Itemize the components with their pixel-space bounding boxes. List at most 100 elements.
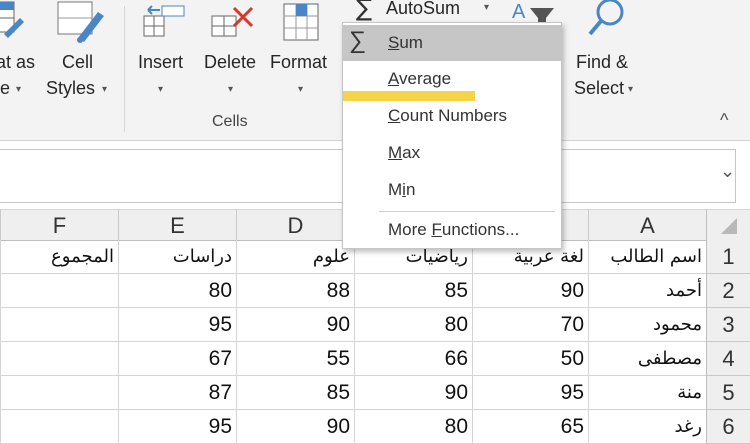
cell-a6[interactable]: رغد bbox=[588, 410, 706, 444]
cell-a2[interactable]: أحمد bbox=[588, 274, 706, 308]
cell-e1[interactable]: دراسات bbox=[118, 240, 236, 274]
cell-b3[interactable]: 70 bbox=[472, 308, 588, 342]
collapse-ribbon-icon[interactable]: ^ bbox=[720, 110, 728, 131]
cell-f4[interactable] bbox=[0, 342, 118, 376]
menu-label-pre: More bbox=[388, 220, 432, 239]
cell-f1[interactable]: المجموع bbox=[0, 240, 118, 274]
delete-cells-button[interactable]: Delete ▾ bbox=[200, 0, 264, 105]
column-header-f[interactable]: F bbox=[0, 210, 118, 240]
magnifier-icon bbox=[588, 0, 624, 36]
menu-label-rest: ax bbox=[402, 143, 421, 162]
insert-cells-icon bbox=[143, 5, 185, 37]
cell-styles-button[interactable]: Cell Styles ▾ bbox=[46, 0, 114, 105]
format-cells-button[interactable]: Format ▾ bbox=[268, 0, 336, 105]
menu-item-min[interactable]: Min bbox=[343, 172, 561, 208]
svg-text:A: A bbox=[512, 1, 526, 23]
cell-e2[interactable]: 80 bbox=[118, 274, 236, 308]
column-header-a[interactable]: A bbox=[588, 210, 706, 240]
row-header-5[interactable]: 5 bbox=[706, 376, 750, 410]
cell-c2[interactable]: 85 bbox=[354, 274, 472, 308]
cell-d2[interactable]: 88 bbox=[236, 274, 354, 308]
format-as-table-label-2: le bbox=[0, 78, 11, 98]
autosum-dropdown-menu: ∑ Sum Average Count Numbers Max Min More… bbox=[342, 22, 562, 249]
group-separator bbox=[124, 6, 125, 132]
chevron-down-icon: ▾ bbox=[228, 84, 234, 95]
find-select-button[interactable]: Find & Select ▾ bbox=[570, 0, 646, 105]
cell-f5[interactable] bbox=[0, 376, 118, 410]
delete-cells-icon bbox=[211, 6, 254, 37]
row-header-4[interactable]: 4 bbox=[706, 342, 750, 376]
chevron-down-icon: ▾ bbox=[102, 84, 108, 95]
cell-e6[interactable]: 95 bbox=[118, 410, 236, 444]
cell-styles-label-2: Styles bbox=[46, 78, 96, 98]
chevron-down-icon: ▾ bbox=[484, 2, 490, 13]
cell-c3[interactable]: 80 bbox=[354, 308, 472, 342]
menu-item-count-numbers[interactable]: Count Numbers bbox=[343, 98, 561, 134]
menu-label-rest: ount Numbers bbox=[400, 106, 508, 125]
insert-cells-button[interactable]: Insert ▾ bbox=[132, 0, 196, 105]
cell-e3[interactable]: 95 bbox=[118, 308, 236, 342]
autosum-label: AutoSum bbox=[386, 0, 461, 18]
chevron-down-icon: ▾ bbox=[158, 84, 164, 95]
cell-a5[interactable]: منة bbox=[588, 376, 706, 410]
cell-b2[interactable]: 90 bbox=[472, 274, 588, 308]
cell-a1[interactable]: اسم الطالب bbox=[588, 240, 706, 274]
find-select-label-2: Select bbox=[574, 78, 625, 98]
menu-label-rest: verage bbox=[399, 69, 452, 88]
row-header-1[interactable]: 1 bbox=[706, 240, 750, 274]
menu-mnemonic: F bbox=[431, 220, 442, 239]
menu-label-rest: n bbox=[405, 180, 416, 199]
menu-item-more-functions[interactable]: More Functions... bbox=[343, 212, 561, 248]
sigma-icon: ∑ bbox=[356, 0, 373, 22]
column-header-e[interactable]: E bbox=[118, 210, 236, 240]
menu-item-sum[interactable]: ∑ Sum bbox=[343, 25, 561, 61]
cell-b4[interactable]: 50 bbox=[472, 342, 588, 376]
cell-b6[interactable]: 65 bbox=[472, 410, 588, 444]
menu-mnemonic: A bbox=[388, 69, 400, 88]
expand-formula-bar-icon[interactable]: ⌄ bbox=[720, 161, 735, 182]
cell-f3[interactable] bbox=[0, 308, 118, 342]
cell-d4[interactable]: 55 bbox=[236, 342, 354, 376]
delete-label: Delete bbox=[204, 52, 257, 72]
format-label: Format bbox=[270, 52, 328, 72]
select-all-icon bbox=[720, 218, 737, 234]
format-as-table-button[interactable]: at as le ▾ bbox=[0, 0, 42, 105]
format-as-table-label: at as bbox=[0, 52, 36, 72]
menu-item-max[interactable]: Max bbox=[343, 135, 561, 171]
cell-e5[interactable]: 87 bbox=[118, 376, 236, 410]
cell-f2[interactable] bbox=[0, 274, 118, 308]
menu-label-pre: M bbox=[388, 180, 403, 199]
chevron-down-icon: ▾ bbox=[628, 84, 634, 95]
cell-c4[interactable]: 66 bbox=[354, 342, 472, 376]
format-as-table-icon bbox=[0, 1, 24, 38]
select-all-corner[interactable] bbox=[706, 210, 750, 240]
cell-c6[interactable]: 80 bbox=[354, 410, 472, 444]
cell-d5[interactable]: 85 bbox=[236, 376, 354, 410]
format-cells-icon bbox=[283, 3, 319, 41]
cell-d3[interactable]: 90 bbox=[236, 308, 354, 342]
menu-label-rest: unctions... bbox=[441, 220, 520, 239]
row-header-2[interactable]: 2 bbox=[706, 274, 750, 308]
cell-styles-label: Cell bbox=[62, 52, 94, 72]
row-header-3[interactable]: 3 bbox=[706, 308, 750, 342]
cell-f6[interactable] bbox=[0, 410, 118, 444]
chevron-down-icon: ▾ bbox=[298, 84, 304, 95]
column-header-d[interactable]: D bbox=[236, 210, 354, 240]
menu-mnemonic: S bbox=[388, 33, 400, 52]
insert-label: Insert bbox=[138, 52, 184, 72]
cell-e4[interactable]: 67 bbox=[118, 342, 236, 376]
cell-c5[interactable]: 90 bbox=[354, 376, 472, 410]
menu-mnemonic: C bbox=[388, 106, 401, 125]
cell-a4[interactable]: مصطفى bbox=[588, 342, 706, 376]
cell-a3[interactable]: محمود bbox=[588, 308, 706, 342]
sigma-icon: ∑ bbox=[349, 27, 367, 54]
menu-mnemonic: M bbox=[388, 143, 403, 162]
cell-d6[interactable]: 90 bbox=[236, 410, 354, 444]
cells-group-label: Cells bbox=[212, 113, 248, 130]
cell-b5[interactable]: 95 bbox=[472, 376, 588, 410]
cell-d1[interactable]: علوم bbox=[236, 240, 354, 274]
row-header-6[interactable]: 6 bbox=[706, 410, 750, 444]
autosum-button[interactable]: ∑ AutoSum ▾ bbox=[352, 0, 502, 22]
find-select-label: Find & bbox=[576, 52, 629, 72]
chevron-down-icon: ▾ bbox=[16, 84, 22, 95]
